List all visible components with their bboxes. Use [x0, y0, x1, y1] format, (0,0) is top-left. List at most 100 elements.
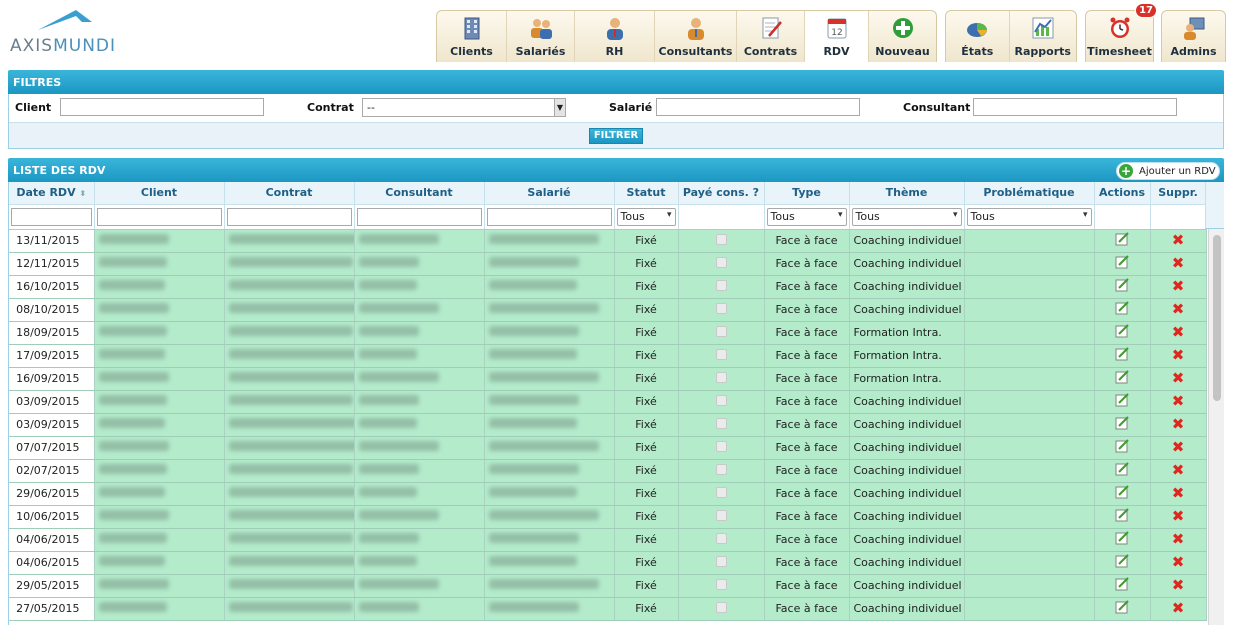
nav-salaries[interactable]: Salariés	[507, 11, 575, 62]
nav-timesheet[interactable]: Timesheet 17	[1086, 3, 1157, 62]
paye-cons-checkbox[interactable]	[715, 555, 727, 567]
paye-cons-checkbox[interactable]	[715, 394, 727, 406]
edit-icon[interactable]	[1115, 416, 1129, 430]
delete-icon[interactable]: ✖	[1172, 394, 1185, 409]
edit-icon[interactable]	[1115, 255, 1129, 269]
salarie-filter-input[interactable]	[656, 98, 860, 116]
client-column-filter-input[interactable]	[96, 207, 222, 226]
table-row[interactable]: 10/06/2015 Fixé Face à face Coaching indivi…	[9, 505, 1207, 529]
col-contrat[interactable]: Contrat	[224, 182, 355, 205]
salarie-column-filter-input[interactable]	[486, 207, 612, 226]
table-row[interactable]: 04/06/2015 Fixé Face à face Coaching indivi…	[9, 528, 1207, 552]
col-date-rdv[interactable]: Date RDV ⬍	[9, 182, 95, 205]
paye-cons-checkbox[interactable]	[715, 578, 727, 590]
edit-icon[interactable]	[1115, 301, 1129, 315]
paye-cons-checkbox[interactable]	[715, 486, 727, 498]
col-type[interactable]: Type	[764, 182, 850, 205]
nav-rdv[interactable]: 12 RDV	[805, 11, 869, 62]
add-rdv-button[interactable]: + Ajouter un RDV	[1116, 162, 1220, 180]
table-row[interactable]: 27/05/2015 Fixé Face à face Coaching indivi…	[9, 597, 1207, 621]
delete-icon[interactable]: ✖	[1172, 440, 1185, 455]
table-row[interactable]: 17/09/2015 Fixé Face à face Formation Intra…	[9, 344, 1207, 368]
delete-icon[interactable]: ✖	[1172, 256, 1185, 271]
edit-icon[interactable]	[1115, 554, 1129, 568]
paye-cons-checkbox[interactable]	[715, 325, 727, 337]
table-row[interactable]: 13/11/2015 Fixé Face à face Coaching indivi…	[9, 229, 1207, 253]
table-row[interactable]: 03/09/2015 Fixé Face à face Coaching indivi…	[9, 413, 1207, 437]
statut-filter-select[interactable]: Tous ▾	[616, 207, 676, 226]
delete-icon[interactable]: ✖	[1172, 555, 1185, 570]
scrollbar-thumb[interactable]	[1213, 235, 1221, 401]
paye-cons-checkbox[interactable]	[715, 348, 727, 360]
edit-icon[interactable]	[1115, 347, 1129, 361]
delete-icon[interactable]: ✖	[1172, 279, 1185, 294]
paye-cons-checkbox[interactable]	[715, 417, 727, 429]
delete-icon[interactable]: ✖	[1172, 348, 1185, 363]
delete-icon[interactable]: ✖	[1172, 578, 1185, 593]
edit-icon[interactable]	[1115, 324, 1129, 338]
paye-cons-checkbox[interactable]	[715, 440, 727, 452]
table-row[interactable]: 16/10/2015 Fixé Face à face Coaching indivi…	[9, 275, 1207, 299]
edit-icon[interactable]	[1115, 577, 1129, 591]
delete-icon[interactable]: ✖	[1172, 509, 1185, 524]
table-row[interactable]: 08/10/2015 Fixé Face à face Coaching indivi…	[9, 298, 1207, 322]
paye-cons-checkbox[interactable]	[715, 371, 727, 383]
filter-button[interactable]: FILTRER	[589, 128, 643, 144]
col-theme[interactable]: Thème	[849, 182, 965, 205]
table-row[interactable]: 29/06/2015 Fixé Face à face Coaching indivi…	[9, 482, 1207, 506]
contrat-column-filter-input[interactable]	[226, 207, 352, 226]
delete-icon[interactable]: ✖	[1172, 233, 1185, 248]
theme-filter-select[interactable]: Tous ▾	[851, 207, 962, 226]
problematique-filter-select[interactable]: Tous ▾	[966, 207, 1092, 226]
paye-cons-checkbox[interactable]	[715, 302, 727, 314]
nav-contrats[interactable]: Contrats	[737, 11, 805, 62]
delete-icon[interactable]: ✖	[1172, 417, 1185, 432]
nav-clients[interactable]: Clients	[437, 11, 507, 62]
delete-icon[interactable]: ✖	[1172, 601, 1185, 616]
paye-cons-checkbox[interactable]	[715, 601, 727, 613]
edit-icon[interactable]	[1115, 439, 1129, 453]
edit-icon[interactable]	[1115, 232, 1129, 246]
edit-icon[interactable]	[1115, 278, 1129, 292]
paye-cons-checkbox[interactable]	[715, 532, 727, 544]
nav-rapports[interactable]: Rapports	[1010, 11, 1076, 62]
table-row[interactable]: 16/09/2015 Fixé Face à face Formation Intra…	[9, 367, 1207, 391]
col-problematique[interactable]: Problématique	[964, 182, 1095, 205]
nav-etats[interactable]: États	[946, 11, 1010, 62]
table-row[interactable]: 04/06/2015 Fixé Face à face Coaching indivi…	[9, 551, 1207, 575]
contrat-filter-select[interactable]: -- ▼	[362, 98, 566, 117]
edit-icon[interactable]	[1115, 462, 1129, 476]
date-filter-input[interactable]	[11, 207, 92, 226]
client-filter-input[interactable]	[60, 98, 264, 116]
delete-icon[interactable]: ✖	[1172, 325, 1185, 340]
table-row[interactable]: 29/05/2015 Fixé Face à face Coaching indivi…	[9, 574, 1207, 598]
edit-icon[interactable]	[1115, 485, 1129, 499]
delete-icon[interactable]: ✖	[1172, 371, 1185, 386]
edit-icon[interactable]	[1115, 531, 1129, 545]
nav-nouveau[interactable]: Nouveau	[869, 11, 936, 62]
consultant-filter-input[interactable]	[973, 98, 1177, 116]
table-row[interactable]: 07/07/2015 Fixé Face à face Coaching indivi…	[9, 436, 1207, 460]
col-salarie[interactable]: Salarié	[484, 182, 615, 205]
edit-icon[interactable]	[1115, 393, 1129, 407]
col-statut[interactable]: Statut	[614, 182, 679, 205]
table-scrollbar[interactable]	[1208, 229, 1224, 625]
paye-cons-checkbox[interactable]	[715, 463, 727, 475]
delete-icon[interactable]: ✖	[1172, 463, 1185, 478]
delete-icon[interactable]: ✖	[1172, 486, 1185, 501]
nav-admins[interactable]: Admins	[1162, 11, 1225, 62]
paye-cons-checkbox[interactable]	[715, 509, 727, 521]
nav-rh[interactable]: RH	[575, 11, 655, 62]
axismundi-logo[interactable]: AXISMUNDI	[8, 8, 158, 56]
edit-icon[interactable]	[1115, 508, 1129, 522]
col-client[interactable]: Client	[94, 182, 225, 205]
nav-consultants[interactable]: Consultants	[655, 11, 737, 62]
paye-cons-checkbox[interactable]	[715, 233, 727, 245]
paye-cons-checkbox[interactable]	[715, 279, 727, 291]
table-row[interactable]: 18/09/2015 Fixé Face à face Formation Intra…	[9, 321, 1207, 345]
col-paye-cons[interactable]: Payé cons. ?	[678, 182, 765, 205]
edit-icon[interactable]	[1115, 600, 1129, 614]
paye-cons-checkbox[interactable]	[715, 256, 727, 268]
type-filter-select[interactable]: Tous ▾	[766, 207, 847, 226]
delete-icon[interactable]: ✖	[1172, 532, 1185, 547]
